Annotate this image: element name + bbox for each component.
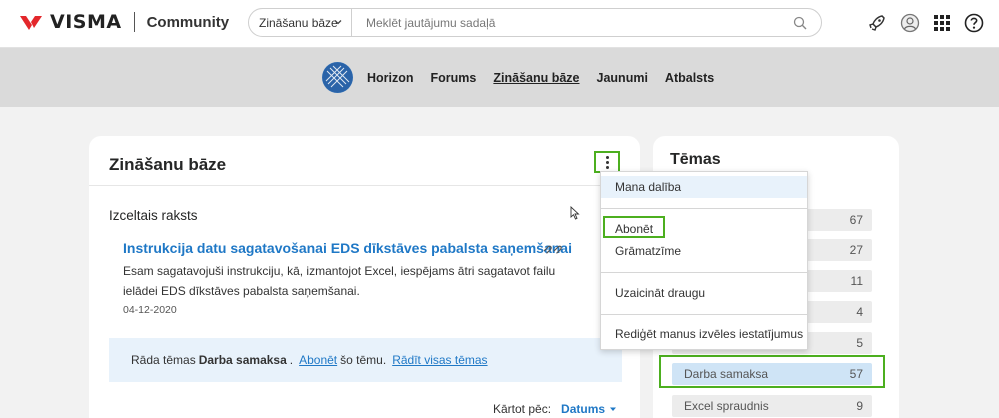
options-menu: Mana dalība Abonēt Grāmatzīme Uzaicināt … [600, 171, 808, 350]
topic-count: 5 [856, 336, 863, 350]
featured-article-title[interactable]: Instrukcija datu sagatavošanai EDS dīkst… [123, 240, 572, 256]
nav-item-news[interactable]: Jaunumi [597, 71, 648, 85]
apps-grid-icon[interactable] [932, 13, 952, 33]
brand-name: VISMA [50, 11, 122, 33]
search-bar: Zināšanu bāze [248, 8, 822, 37]
topic-filter-banner: Rāda tēmas Darba samaksa. Abonēt šo tēmu… [109, 338, 622, 382]
banner-middle: šo tēmu. [340, 353, 387, 367]
caret-down-icon [610, 407, 617, 411]
top-header: VISMA Community Zināšanu bāze [0, 0, 999, 48]
subscribe-highlight-box [603, 216, 665, 238]
globe-icon[interactable] [322, 62, 353, 93]
featured-article-label: Izceltais raksts [109, 208, 198, 223]
menu-divider [601, 272, 807, 273]
nav-item-horizon[interactable]: Horizon [367, 71, 414, 85]
more-options-button[interactable] [594, 151, 620, 173]
show-all-topics-link[interactable]: Rādīt visas tēmas [392, 353, 487, 367]
nav-item-knowledge-base[interactable]: Zināšanu bāze [493, 71, 579, 85]
sort-label: Kārtot pēc: [493, 402, 552, 416]
topic-count: 67 [849, 213, 863, 227]
kebab-dot [605, 160, 609, 164]
visma-logo-icon [20, 16, 42, 30]
subscribe-topic-link[interactable]: Abonēt [299, 353, 337, 367]
menu-item-invite-friend[interactable]: Uzaicināt draugu [601, 282, 807, 304]
banner-topic: Darba samaksa [198, 353, 287, 367]
featured-article-summary: Esam sagatavojuši instrukciju, kā, izman… [123, 264, 556, 298]
nav-item-support[interactable]: Atbalsts [665, 71, 714, 85]
menu-item-bookmark[interactable]: Grāmatzīme [601, 240, 807, 262]
topic-highlight-box [659, 355, 885, 388]
topic-count: 11 [850, 274, 863, 288]
menu-divider [601, 208, 807, 209]
logo-divider [133, 12, 135, 32]
sort-control: Kārtot pēc: Datums [493, 402, 618, 416]
nav-item-forums[interactable]: Forums [431, 71, 477, 85]
chevron-down-icon [334, 20, 342, 25]
search-icon[interactable] [793, 16, 807, 30]
search-scope-select[interactable]: Zināšanu bāze [249, 9, 352, 36]
mouse-cursor-icon [570, 206, 580, 220]
topic-row-excel-spraudnis[interactable]: Excel spraudnis 9 [672, 395, 872, 417]
main-navigation: Horizon Forums Zināšanu bāze Jaunumi Atb… [0, 48, 999, 107]
banner-period: . [289, 353, 294, 367]
search-scope-value: Zināšanu bāze [259, 15, 338, 30]
search-input[interactable] [352, 9, 821, 36]
menu-item-my-participation[interactable]: Mana dalība [601, 176, 807, 198]
kebab-dot [605, 165, 609, 169]
banner-prefix: Rāda tēmas [131, 353, 196, 367]
product-name: Community [146, 13, 230, 31]
topic-count: 4 [856, 305, 863, 319]
rocket-icon[interactable] [867, 13, 887, 33]
topic-count: 9 [856, 399, 863, 413]
card-divider [89, 185, 640, 186]
featured-article-date: 04-12-2020 [123, 304, 177, 316]
page-title: Zināšanu bāze [109, 155, 227, 174]
sort-dropdown[interactable]: Datums [561, 402, 605, 416]
menu-item-edit-preferences[interactable]: Rediģēt manus izvēles iestatījumus [601, 323, 807, 345]
attachment-icon [543, 245, 562, 254]
kebab-dot [605, 155, 609, 159]
knowledge-base-card: Zināšanu bāze Izceltais raksts Instrukci… [89, 136, 640, 418]
help-icon[interactable] [964, 13, 984, 33]
topics-title: Tēmas [670, 151, 721, 168]
user-icon[interactable] [900, 13, 920, 33]
topic-count: 27 [849, 243, 863, 257]
topic-name: Excel spraudnis [684, 399, 769, 413]
visma-logo[interactable]: VISMA Community [18, 11, 229, 33]
menu-divider [601, 314, 807, 315]
